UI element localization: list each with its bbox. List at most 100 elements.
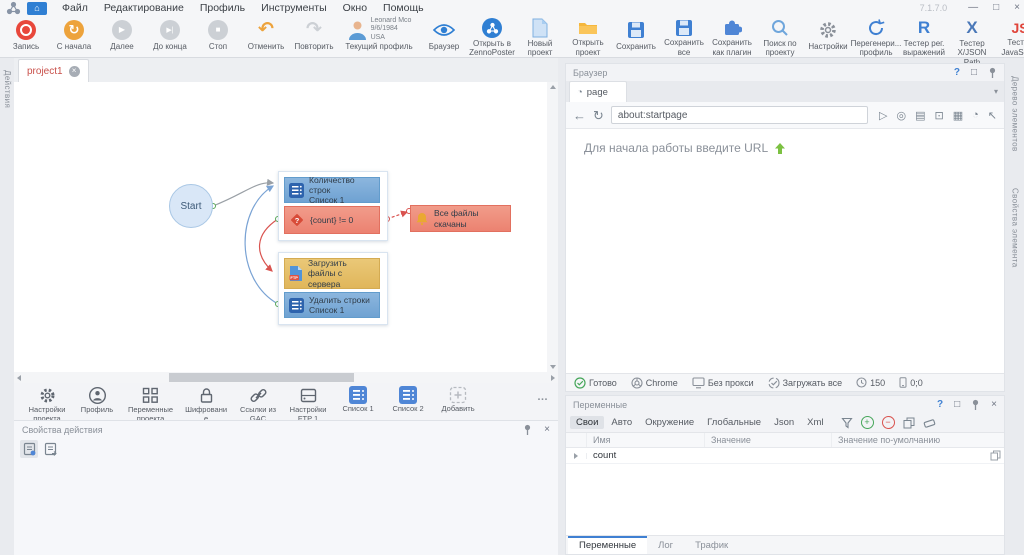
close-icon[interactable]: ×	[991, 400, 997, 410]
maximize-button[interactable]: □	[993, 3, 999, 13]
tab-project1[interactable]: project1 ×	[18, 59, 89, 82]
canvas-vertical-scrollbar[interactable]	[547, 82, 558, 372]
tab-environment[interactable]: Окружение	[639, 416, 700, 429]
help-icon[interactable]: ?	[937, 399, 943, 410]
node-delete-rows[interactable]: Удалить строки Список 1	[284, 292, 380, 318]
back-icon[interactable]: ←	[573, 109, 586, 122]
record-icon[interactable]: ◎	[896, 109, 906, 122]
menu-profile[interactable]: Профиль	[192, 2, 253, 14]
reload-icon[interactable]: ↻	[593, 109, 604, 122]
tab-traffic[interactable]: Трафик	[684, 536, 739, 554]
pin-icon[interactable]	[988, 67, 997, 79]
flow-group-top[interactable]: Количество строк Список 1 ? {count} != 0	[278, 171, 388, 241]
close-button[interactable]: ×	[1014, 3, 1020, 13]
open-external-icon[interactable]: ⊡	[935, 109, 944, 122]
remove-variable-icon[interactable]: −	[882, 416, 895, 429]
node-download-files[interactable]: FTP Загрузить файлы с сервера	[284, 258, 380, 289]
more-button[interactable]: …	[537, 391, 548, 403]
search-project-button[interactable]: Поиск по проекту	[756, 17, 804, 57]
status-load-mode[interactable]: Загружать все	[768, 377, 843, 389]
variables-table-body[interactable]	[566, 464, 1004, 535]
variable-name[interactable]: count	[587, 450, 705, 461]
list2-button[interactable]: Список 2	[383, 383, 433, 420]
flow-canvas[interactable]: Start Количество строк Список 1 ? {count…	[14, 82, 558, 372]
regex-tester-button[interactable]: R Тестер рег. выражений	[900, 17, 948, 57]
play-icon[interactable]: ▷	[879, 109, 887, 122]
gac-links-button[interactable]: Ссылки из GAC	[233, 383, 283, 420]
encryption-button[interactable]: Шифровани е	[179, 383, 233, 420]
scroll-up-icon[interactable]	[550, 85, 556, 89]
record-button[interactable]: Запись	[2, 17, 50, 57]
project-variables-button[interactable]: Переменные проекта	[122, 383, 179, 420]
start-node[interactable]: Start	[169, 184, 213, 228]
table-row[interactable]: count	[566, 448, 1004, 464]
document-icon[interactable]: ▤	[915, 109, 925, 122]
pin-icon[interactable]	[523, 424, 532, 436]
tab-log[interactable]: Лог	[647, 536, 684, 554]
browser-viewport[interactable]: Для начала работы введите URL	[566, 129, 1004, 373]
tab-xml[interactable]: Xml	[801, 416, 829, 429]
maximize-icon[interactable]: □	[954, 400, 960, 410]
status-proxy[interactable]: Без прокси	[692, 377, 754, 389]
globe-icon[interactable]: ◔	[972, 109, 979, 121]
eraser-icon[interactable]	[923, 417, 936, 429]
close-icon[interactable]: ×	[544, 425, 550, 435]
column-default[interactable]: Значение по-умолчанию	[832, 433, 1004, 447]
from-start-button[interactable]: ↻ С начала	[50, 17, 98, 57]
elements-tree-dock-tab[interactable]: Дерево элементов	[1011, 76, 1020, 152]
copy-row-icon[interactable]	[986, 450, 1004, 461]
save-button[interactable]: Сохранить	[612, 17, 660, 57]
browser-toggle-button[interactable]: Браузер	[420, 17, 468, 57]
add-variable-icon[interactable]: +	[861, 416, 874, 429]
node-condition[interactable]: ? {count} != 0	[284, 206, 380, 234]
save-as-plugin-button[interactable]: Сохранить как плагин	[708, 17, 756, 57]
open-in-zennoposter-button[interactable]: Открыть в ZennoPoster	[468, 17, 516, 57]
node-count-rows[interactable]: Количество строк Список 1	[284, 177, 380, 203]
doc-properties-icon[interactable]	[20, 440, 38, 458]
tab-json[interactable]: Json	[768, 416, 800, 429]
tab-close-icon[interactable]: ×	[69, 66, 80, 77]
current-profile-button[interactable]: Leonard Mco 9/6/1984 USA Текущий профиль	[338, 17, 420, 57]
tab-global[interactable]: Глобальные	[701, 416, 767, 429]
status-engine[interactable]: Chrome	[631, 377, 678, 389]
undo-button[interactable]: ↶ Отменить	[242, 17, 290, 57]
cursor-icon[interactable]: ↖	[988, 109, 997, 122]
menu-file[interactable]: Файл	[54, 2, 96, 14]
scrollbar-thumb[interactable]	[169, 373, 354, 382]
menu-edit[interactable]: Редактирование	[96, 2, 192, 14]
status-timer[interactable]: 150	[856, 377, 885, 388]
menu-help[interactable]: Помощь	[375, 2, 432, 14]
new-project-button[interactable]: Новый проект	[516, 17, 564, 57]
maximize-icon[interactable]: □	[971, 68, 977, 78]
pin-icon[interactable]	[971, 399, 980, 411]
settings-button[interactable]: Настройки	[804, 17, 852, 57]
scroll-left-icon[interactable]	[17, 375, 21, 381]
scroll-right-icon[interactable]	[551, 375, 555, 381]
panels-icon[interactable]: ▦	[953, 109, 963, 122]
scroll-down-icon[interactable]	[550, 365, 556, 369]
doc-arrow-icon[interactable]	[41, 440, 59, 458]
filter-icon[interactable]	[841, 417, 853, 429]
xjson-path-tester-button[interactable]: X Тестер X/JSON Path	[948, 17, 996, 57]
redo-button[interactable]: ↷ Повторить	[290, 17, 338, 57]
url-input[interactable]	[611, 106, 868, 124]
project-settings-button[interactable]: Настройки проекта	[22, 383, 72, 420]
tab-variables[interactable]: Переменные	[568, 536, 647, 554]
canvas-horizontal-scrollbar[interactable]	[14, 372, 558, 383]
help-icon[interactable]: ?	[954, 67, 960, 78]
actions-dock-tab[interactable]: Действия	[3, 70, 12, 108]
list1-button[interactable]: Список 1	[333, 383, 383, 420]
flow-group-bottom[interactable]: FTP Загрузить файлы с сервера Удалить ст…	[278, 252, 388, 325]
regenerate-profile-button[interactable]: Перегенери... профиль	[852, 17, 900, 57]
js-tester-button[interactable]: JS Тестер JavaScript	[996, 17, 1024, 57]
add-resource-button[interactable]: Добавить	[433, 383, 483, 420]
copy-icon[interactable]	[903, 417, 915, 429]
open-project-button[interactable]: Сохранить Открыть проект	[564, 17, 612, 57]
home-icon[interactable]: ⌂	[27, 2, 47, 15]
to-end-button[interactable]: ▶| До конца	[146, 17, 194, 57]
tab-own[interactable]: Свои	[570, 416, 604, 429]
menu-window[interactable]: Окно	[335, 2, 375, 14]
element-properties-dock-tab[interactable]: Свойства элемента	[1011, 188, 1020, 268]
column-value[interactable]: Значение	[705, 433, 832, 447]
node-alert[interactable]: Все файлы скачаны	[410, 205, 511, 232]
